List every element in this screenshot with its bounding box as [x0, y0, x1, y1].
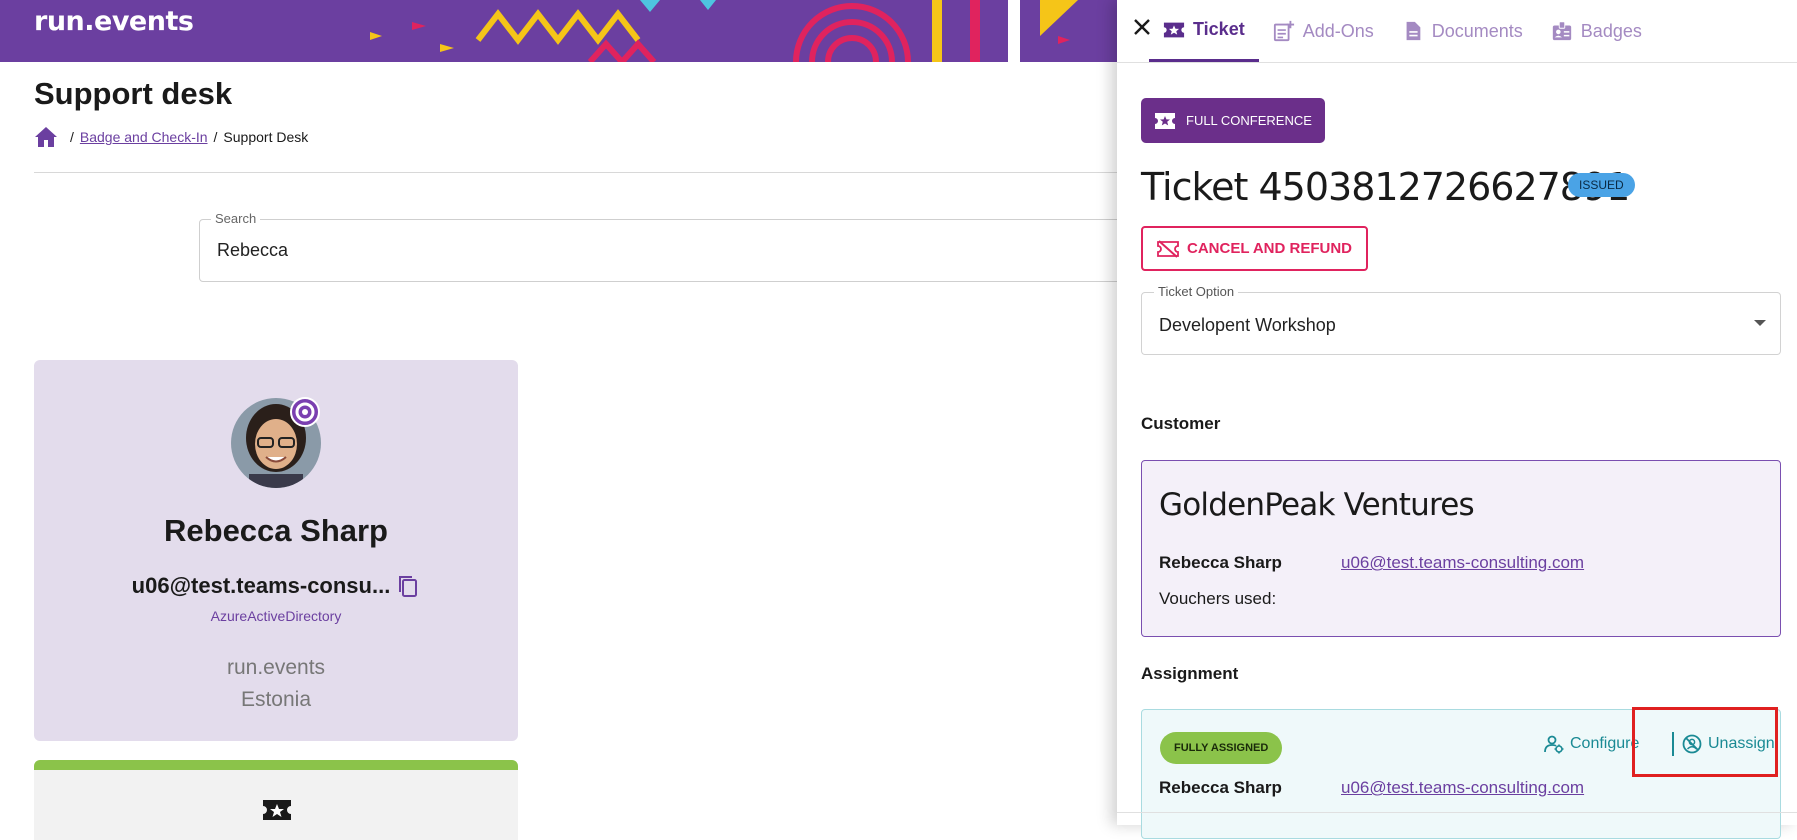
document-icon	[1406, 21, 1421, 41]
tab-badges[interactable]: Badges	[1537, 0, 1656, 62]
attendee-country: Estonia	[240, 688, 312, 711]
search-input[interactable]: Search Rebecca	[199, 211, 1139, 282]
attendee-organization: run.events	[226, 656, 326, 679]
ticket-option-select[interactable]: Ticket Option Developent Workshop	[1141, 284, 1781, 355]
ticket-summary-card[interactable]	[34, 760, 518, 840]
badge-icon	[1552, 21, 1571, 41]
cancel-and-refund-label: CANCEL AND REFUND	[1187, 240, 1352, 257]
customer-company: GoldenPeak Ventures	[1159, 487, 1475, 523]
unassign-highlight-box	[1632, 707, 1778, 777]
search-value[interactable]: Rebecca	[217, 240, 288, 261]
ticket-option-label: Ticket Option	[1154, 284, 1239, 299]
assignee-email-link[interactable]: u06@test.teams-consulting.com	[1341, 778, 1584, 798]
ticket-type-chip: FULL CONFERENCE	[1141, 98, 1325, 143]
breadcrumb-separator: /	[213, 129, 218, 145]
tab-ticket[interactable]: Ticket	[1149, 0, 1259, 62]
divider	[34, 172, 1119, 173]
breadcrumb-current: Support Desk	[223, 129, 309, 145]
home-icon[interactable]	[34, 126, 58, 148]
attendee-email-row: u06@test.teams-consu...	[34, 573, 518, 599]
provider-badge-icon	[290, 397, 320, 427]
panel-tabs: Ticket Add-Ons Documents Badges	[1149, 0, 1656, 62]
breadcrumb-link-badge-check-in[interactable]: Badge and Check-In	[80, 129, 208, 145]
ticket-type-label: FULL CONFERENCE	[1186, 113, 1312, 128]
assignment-heading: Assignment	[1141, 664, 1239, 683]
attendee-profile-card[interactable]: Rebecca Sharp u06@test.teams-consu... Az…	[34, 360, 518, 741]
tab-ticket-label: Ticket	[1193, 19, 1245, 39]
identity-source: AzureActiveDirectory	[210, 608, 342, 624]
status-badge: ISSUED	[1568, 173, 1635, 197]
tab-badges-label: Badges	[1580, 20, 1642, 41]
attendee-email: u06@test.teams-consu...	[131, 573, 391, 598]
tab-add-ons-label: Add-Ons	[1302, 20, 1374, 41]
tabs-divider	[1117, 62, 1797, 63]
customer-person: Rebecca Sharp	[1159, 553, 1282, 572]
assignment-status-badge: FULLY ASSIGNED	[1160, 732, 1283, 764]
vouchers-used-label: Vouchers used:	[1159, 589, 1277, 608]
note-add-icon	[1273, 20, 1294, 42]
configure-button[interactable]: Configure	[1544, 734, 1639, 754]
attendee-name: Rebecca Sharp	[164, 513, 388, 548]
breadcrumb: / Badge and Check-In / Support Desk	[34, 126, 308, 148]
user-settings-icon	[1544, 735, 1564, 754]
ticket-title: Ticket 4503812726627891	[1141, 165, 1630, 209]
page-title: Support desk	[34, 76, 233, 111]
brand-logo[interactable]: run.events	[34, 6, 194, 37]
tab-add-ons[interactable]: Add-Ons	[1259, 0, 1388, 62]
tab-documents[interactable]: Documents	[1388, 0, 1537, 62]
ticket-detail-panel: Ticket Add-Ons Documents Badges FULL CON…	[1117, 0, 1797, 839]
customer-card: GoldenPeak Ventures Rebecca Sharp u06@te…	[1141, 460, 1781, 637]
ticket-star-icon	[1163, 22, 1185, 37]
ticket-cancel-icon	[1157, 239, 1179, 258]
configure-label: Configure	[1570, 735, 1640, 752]
assignee-name: Rebecca Sharp	[1159, 778, 1282, 797]
ticket-option-value: Developent Workshop	[1159, 315, 1336, 335]
chevron-down-icon[interactable]	[1754, 320, 1766, 326]
customer-email-link[interactable]: u06@test.teams-consulting.com	[1341, 553, 1584, 573]
breadcrumb-separator: /	[70, 129, 74, 145]
customer-heading: Customer	[1141, 414, 1221, 433]
cancel-and-refund-button[interactable]: CANCEL AND REFUND	[1141, 226, 1368, 271]
copy-icon[interactable]	[396, 574, 420, 598]
panel-footer-divider	[1117, 812, 1797, 813]
search-label: Search	[211, 211, 261, 226]
ticket-star-icon	[263, 800, 291, 820]
tab-documents-label: Documents	[1431, 20, 1523, 41]
ticket-star-icon	[1155, 112, 1175, 129]
